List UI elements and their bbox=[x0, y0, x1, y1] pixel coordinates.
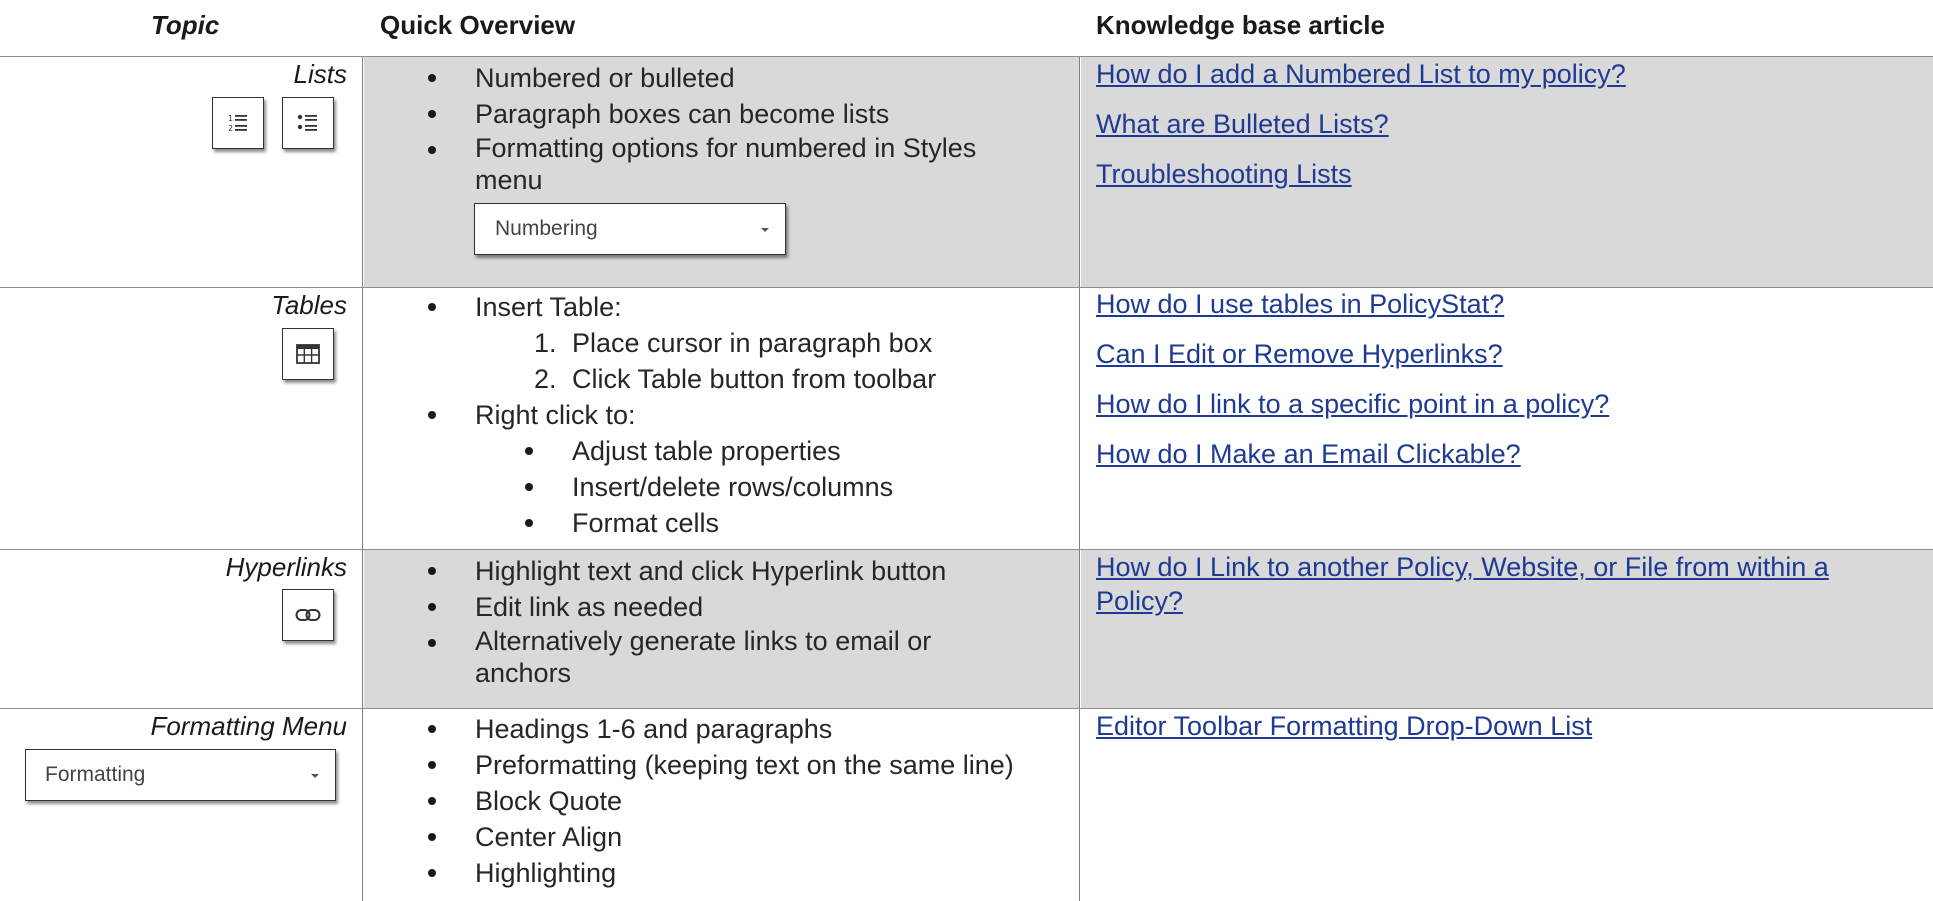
topic-cell: Lists 1 2 bbox=[0, 57, 363, 287]
list-item: Formatting options for numbered in Style… bbox=[364, 132, 1069, 196]
numbered-step: 2. Click Table button from toolbar bbox=[364, 361, 1069, 397]
numbered-step: 1. Place cursor in paragraph box bbox=[364, 325, 1069, 361]
list-item: Alternatively generate links to email or… bbox=[364, 625, 1069, 689]
topic-label: Formatting Menu bbox=[150, 711, 347, 741]
topic-label: Tables bbox=[271, 290, 347, 320]
list-item: Center Align bbox=[364, 819, 1069, 855]
list-item: Numbered or bulleted bbox=[364, 60, 1069, 96]
kb-links: Editor Toolbar Formatting Drop-Down List bbox=[1096, 709, 1903, 759]
svg-text:2: 2 bbox=[228, 124, 233, 133]
link-icon bbox=[282, 589, 334, 641]
step-text: Place cursor in paragraph box bbox=[572, 328, 933, 358]
list-item: Headings 1-6 and paragraphs bbox=[364, 711, 1069, 747]
dropdown-value: Formatting bbox=[45, 763, 146, 786]
reference-table: Topic Quick Overview Knowledge base arti… bbox=[0, 0, 1933, 901]
topic-label: Hyperlinks bbox=[225, 552, 347, 582]
step-number: 1. bbox=[534, 328, 557, 358]
step-text: Click Table button from toolbar bbox=[572, 364, 937, 394]
row-formatting-menu: Formatting Menu Formatting Headings 1-6 … bbox=[0, 709, 1933, 901]
overview-cell: Headings 1-6 and paragraphs Preformattin… bbox=[364, 709, 1080, 901]
row-lists: Lists 1 2 Numbered or bulleted Paragraph… bbox=[0, 57, 1933, 287]
overview-bullets: Headings 1-6 and paragraphs Preformattin… bbox=[364, 711, 1069, 891]
sub-list-item: Adjust table properties bbox=[364, 433, 1069, 469]
formatting-dropdown[interactable]: Formatting bbox=[25, 749, 336, 801]
kb-link[interactable]: How do I Make an Email Clickable? bbox=[1096, 437, 1903, 471]
list-item: Paragraph boxes can become lists bbox=[364, 96, 1069, 132]
kb-cell: Editor Toolbar Formatting Drop-Down List bbox=[1081, 709, 1933, 901]
kb-link[interactable]: How do I add a Numbered List to my polic… bbox=[1096, 57, 1903, 91]
chevron-down-icon bbox=[761, 228, 769, 232]
kb-links: How do I add a Numbered List to my polic… bbox=[1096, 57, 1903, 207]
overview-cell: Insert Table: 1. Place cursor in paragra… bbox=[364, 288, 1080, 549]
overview-bullets: Numbered or bulleted Paragraph boxes can… bbox=[364, 60, 1069, 196]
kb-link[interactable]: How do I link to a specific point in a p… bbox=[1096, 387, 1903, 421]
list-item: Highlight text and click Hyperlink butto… bbox=[364, 553, 1069, 589]
kb-cell: How do I Link to another Policy, Website… bbox=[1081, 550, 1933, 708]
kb-link[interactable]: Editor Toolbar Formatting Drop-Down List bbox=[1096, 709, 1903, 743]
header-knowledge-base: Knowledge base article bbox=[1096, 10, 1385, 40]
kb-links: How do I use tables in PolicyStat? Can I… bbox=[1096, 287, 1903, 487]
bulleted-list-icon bbox=[282, 97, 334, 149]
kb-cell: How do I use tables in PolicyStat? Can I… bbox=[1081, 288, 1933, 549]
numbering-dropdown[interactable]: Numbering bbox=[474, 203, 786, 255]
header-topic: Topic bbox=[151, 10, 220, 40]
kb-link[interactable]: What are Bulleted Lists? bbox=[1096, 107, 1903, 141]
topic-cell: Hyperlinks bbox=[0, 550, 363, 708]
list-item: Preformatting (keeping text on the same … bbox=[364, 747, 1069, 783]
dropdown-value: Numbering bbox=[495, 217, 598, 240]
kb-cell: How do I add a Numbered List to my polic… bbox=[1081, 57, 1933, 287]
table-icon bbox=[282, 328, 334, 380]
overview-cell: Numbered or bulleted Paragraph boxes can… bbox=[364, 57, 1080, 287]
topic-label: Lists bbox=[293, 59, 347, 89]
kb-link[interactable]: Can I Edit or Remove Hyperlinks? bbox=[1096, 337, 1903, 371]
list-item: Insert Table: bbox=[364, 289, 1069, 325]
kb-link[interactable]: How do I use tables in PolicyStat? bbox=[1096, 287, 1903, 321]
topic-cell: Formatting Menu Formatting bbox=[0, 709, 363, 901]
row-hyperlinks: Hyperlinks Highlight text and click Hype… bbox=[0, 550, 1933, 708]
overview-bullets: Highlight text and click Hyperlink butto… bbox=[364, 553, 1069, 689]
row-tables: Tables Insert Table: 1. Place cursor in … bbox=[0, 288, 1933, 549]
svg-text:1: 1 bbox=[228, 114, 233, 123]
sub-list-item: Insert/delete rows/columns bbox=[364, 469, 1069, 505]
sub-list-item: Format cells bbox=[364, 505, 1069, 541]
list-item: Right click to: bbox=[364, 397, 1069, 433]
header-quick-overview: Quick Overview bbox=[380, 10, 576, 40]
list-item: Edit link as needed bbox=[364, 589, 1069, 625]
kb-link[interactable]: Troubleshooting Lists bbox=[1096, 157, 1903, 191]
chevron-down-icon bbox=[311, 774, 319, 778]
kb-links: How do I Link to another Policy, Website… bbox=[1096, 550, 1903, 634]
kb-link[interactable]: How do I Link to another Policy, Website… bbox=[1096, 550, 1903, 618]
overview-cell: Highlight text and click Hyperlink butto… bbox=[364, 550, 1080, 708]
overview-bullets: Insert Table: 1. Place cursor in paragra… bbox=[364, 289, 1069, 541]
numbered-list-icon: 1 2 bbox=[212, 97, 264, 149]
list-item: Block Quote bbox=[364, 783, 1069, 819]
topic-cell: Tables bbox=[0, 288, 363, 549]
list-item: Highlighting bbox=[364, 855, 1069, 891]
step-number: 2. bbox=[534, 364, 557, 394]
